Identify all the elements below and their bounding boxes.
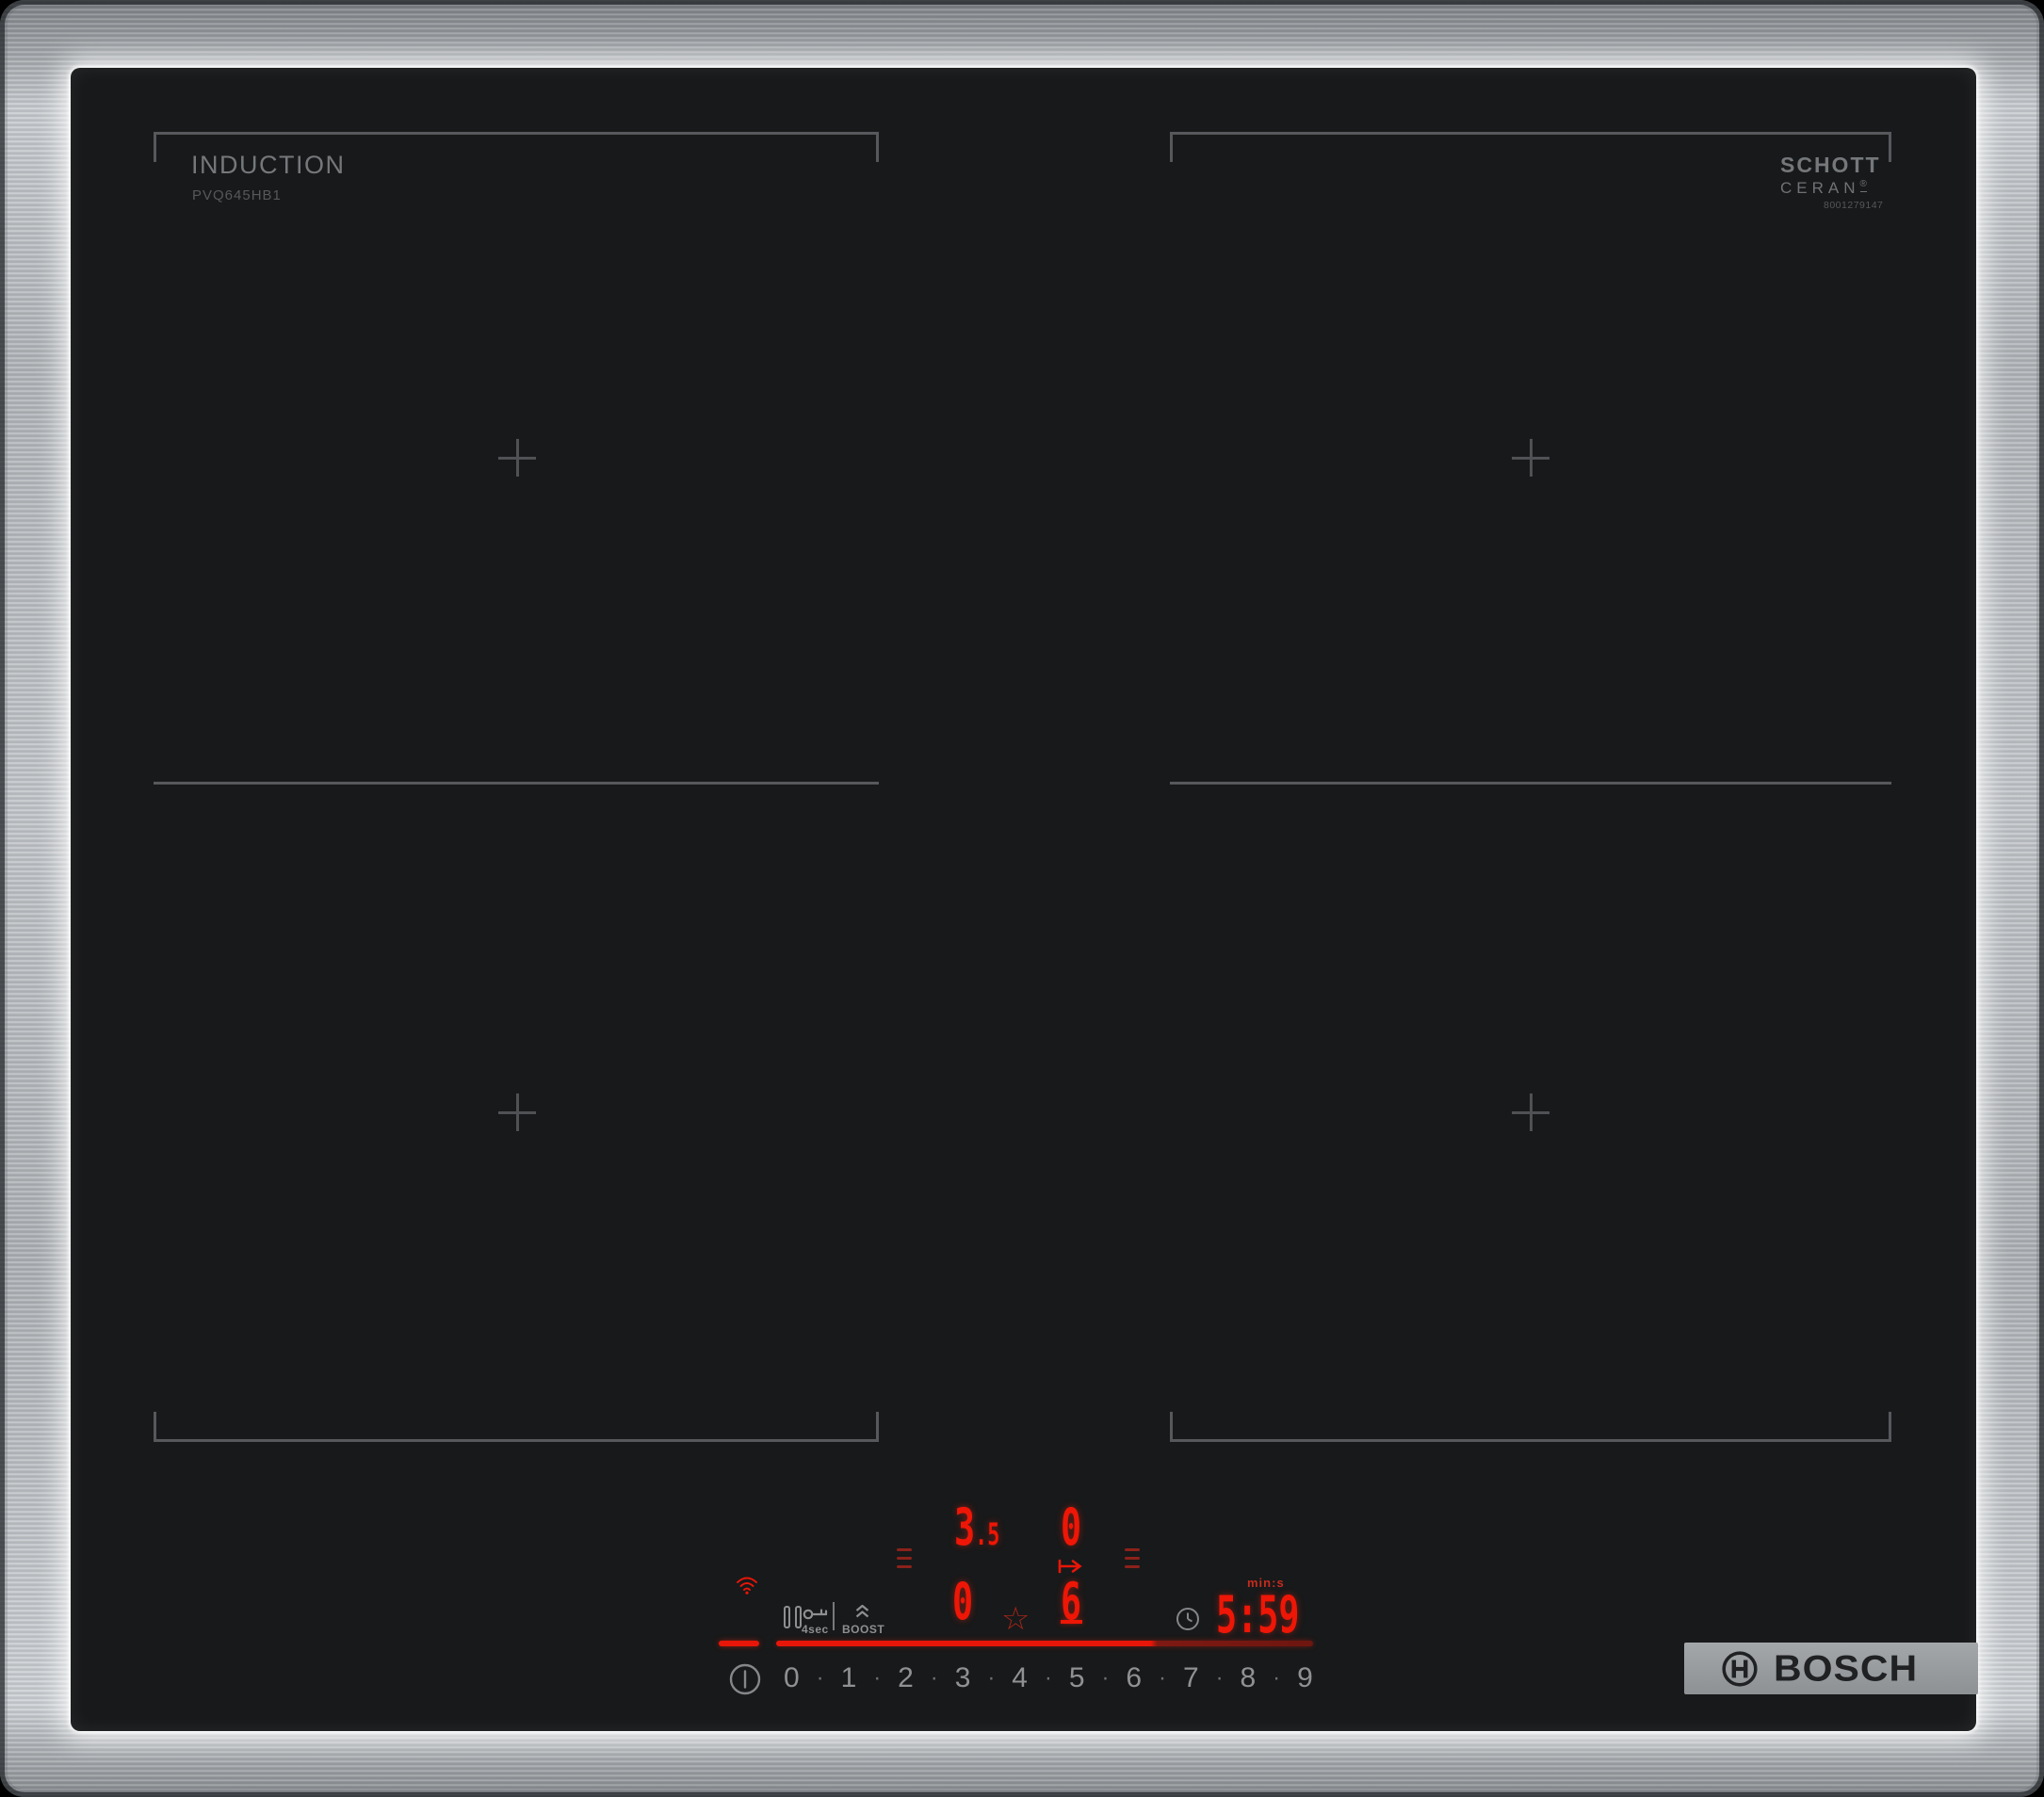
zone-front-right-bottom-outline: [1170, 1409, 1891, 1442]
power-level-6[interactable]: 6: [1126, 1662, 1142, 1694]
power-level-9[interactable]: 9: [1297, 1662, 1313, 1694]
plus-marker-icon: [498, 439, 536, 477]
power-level-3[interactable]: 3: [955, 1662, 971, 1694]
control-divider: [833, 1602, 835, 1630]
model-number: PVQ645HB1: [192, 187, 282, 203]
power-level-8[interactable]: 8: [1241, 1662, 1257, 1694]
induction-hob-frame: INDUCTION PVQ645HB1 SCHOTT CERAN® 800127…: [0, 0, 2044, 1797]
power-level-4[interactable]: 4: [1012, 1662, 1028, 1694]
bosch-logo: BOSCH: [1684, 1643, 1978, 1694]
rear-left-level-display[interactable]: 3.5: [954, 1502, 999, 1553]
zone-front-left-bottom-outline: [154, 1409, 879, 1442]
zone-rear-right-top-outline: [1170, 132, 1891, 165]
boost-chevron-icon[interactable]: [855, 1605, 869, 1618]
plus-marker-icon: [1512, 1093, 1549, 1131]
boost-label[interactable]: BOOST: [842, 1623, 884, 1636]
bosch-emblem-icon: [1720, 1649, 1760, 1689]
ceramic-glass-surface: INDUCTION PVQ645HB1 SCHOTT CERAN® 800127…: [71, 68, 1976, 1731]
zone-menu-indicator-icon: [897, 1548, 912, 1574]
zone-left-divider-line: [154, 782, 879, 785]
favourite-star-icon[interactable]: ☆: [1001, 1603, 1030, 1635]
zone-menu-indicator-icon: [1125, 1548, 1140, 1574]
plus-marker-icon: [498, 1093, 536, 1131]
clock-icon[interactable]: [1176, 1607, 1200, 1631]
schott-logo-line2: CERAN: [1780, 179, 1860, 197]
timer-value-display: 5:59: [1216, 1590, 1299, 1641]
power-level-2[interactable]: 2: [898, 1662, 914, 1694]
power-level-track[interactable]: [776, 1641, 1313, 1646]
power-level-slider[interactable]: 0· 1· 2· 3· 4· 5· 6· 7· 8· 9: [784, 1661, 1313, 1695]
power-icon[interactable]: [729, 1663, 761, 1695]
rear-right-level-display[interactable]: 0: [1061, 1502, 1081, 1553]
power-level-0[interactable]: 0: [784, 1662, 800, 1694]
registered-mark: ®: [1860, 179, 1867, 192]
bosch-wordmark: BOSCH: [1774, 1647, 1918, 1690]
glass-serial-code: 8001279147: [1824, 200, 1883, 211]
key-lock-label: 4sec: [802, 1623, 829, 1636]
zone-rear-left-top-outline: [154, 132, 879, 165]
front-left-level-display[interactable]: 0: [952, 1577, 973, 1627]
zone-right-divider-line: [1170, 782, 1891, 785]
selected-zone-underline: [1061, 1620, 1082, 1624]
power-level-1[interactable]: 1: [841, 1662, 857, 1694]
wifi-icon: [736, 1576, 758, 1595]
power-level-5[interactable]: 5: [1069, 1662, 1085, 1694]
power-level-7[interactable]: 7: [1183, 1662, 1199, 1694]
key-lock-icon[interactable]: [803, 1607, 829, 1622]
power-key-indicator-segment: [719, 1641, 759, 1646]
plus-marker-icon: [1512, 439, 1549, 477]
pause-icon[interactable]: [784, 1606, 802, 1628]
